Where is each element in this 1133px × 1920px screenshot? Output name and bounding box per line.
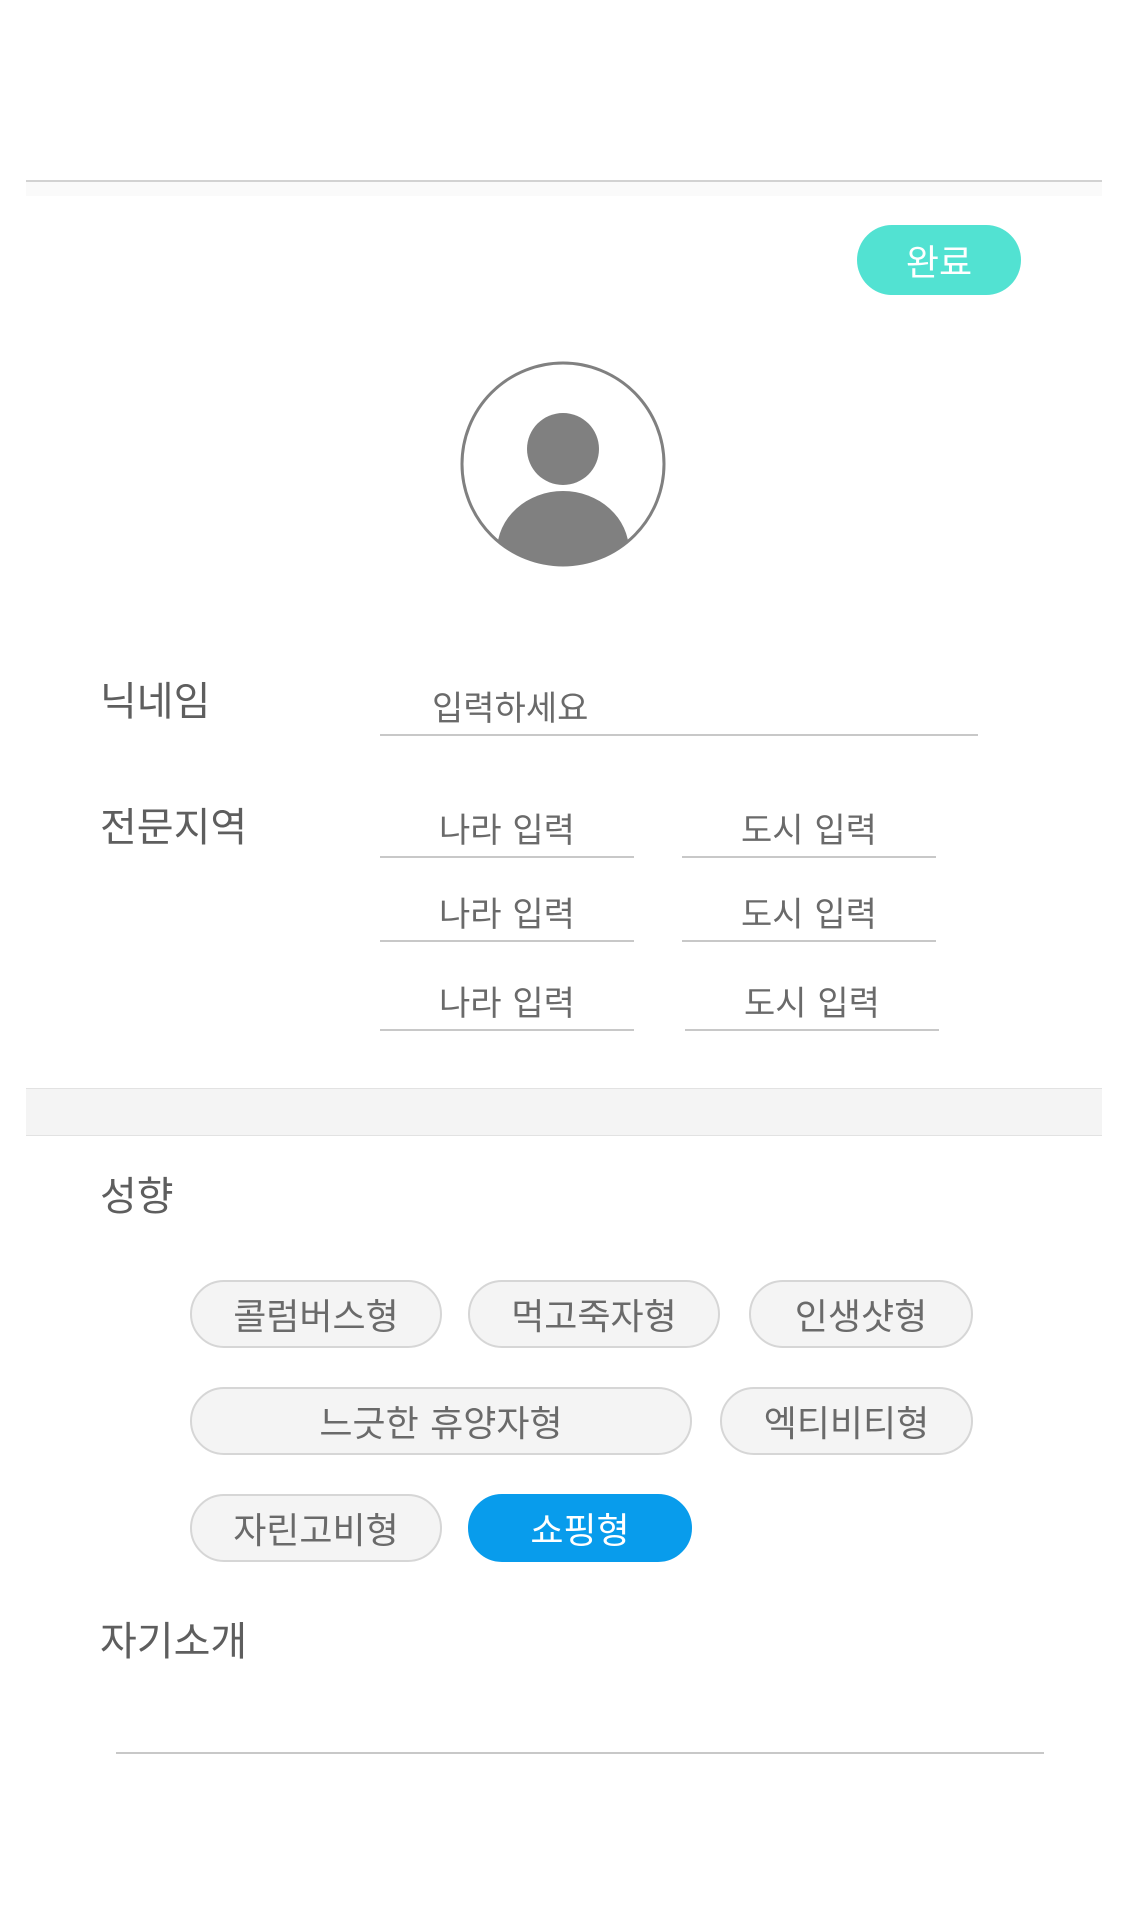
tendency-chip-photo[interactable]: 인생샷형 [749,1280,973,1348]
city-input-1[interactable] [682,806,936,858]
section-divider [26,1088,1102,1136]
country-input-2[interactable] [380,890,634,942]
nickname-label: 닉네임 [100,679,211,725]
tendency-chip-activity[interactable]: 엑티비티형 [720,1387,973,1455]
introduction-label: 자기소개 [100,1619,248,1665]
tendency-chip-shopping[interactable]: 쇼핑형 [468,1494,692,1562]
city-input-3[interactable] [685,979,939,1031]
tendency-chip-foodie[interactable]: 먹고죽자형 [468,1280,720,1348]
tendency-chip-relaxer[interactable]: 느긋한 휴양자형 [190,1387,692,1455]
tendency-chip-columbus[interactable]: 콜럼버스형 [190,1280,442,1348]
introduction-input[interactable] [116,1752,1044,1754]
country-input-3[interactable] [380,979,634,1031]
tendency-chip-frugal[interactable]: 자린고비형 [190,1494,442,1562]
tendency-label: 성향 [100,1174,174,1220]
country-input-1[interactable] [380,806,634,858]
done-button[interactable]: 완료 [857,225,1021,295]
nickname-input[interactable] [380,684,978,736]
user-avatar-icon[interactable] [460,361,666,567]
top-band [26,182,1102,196]
expertise-region-label: 전문지역 [100,805,248,851]
city-input-2[interactable] [682,890,936,942]
